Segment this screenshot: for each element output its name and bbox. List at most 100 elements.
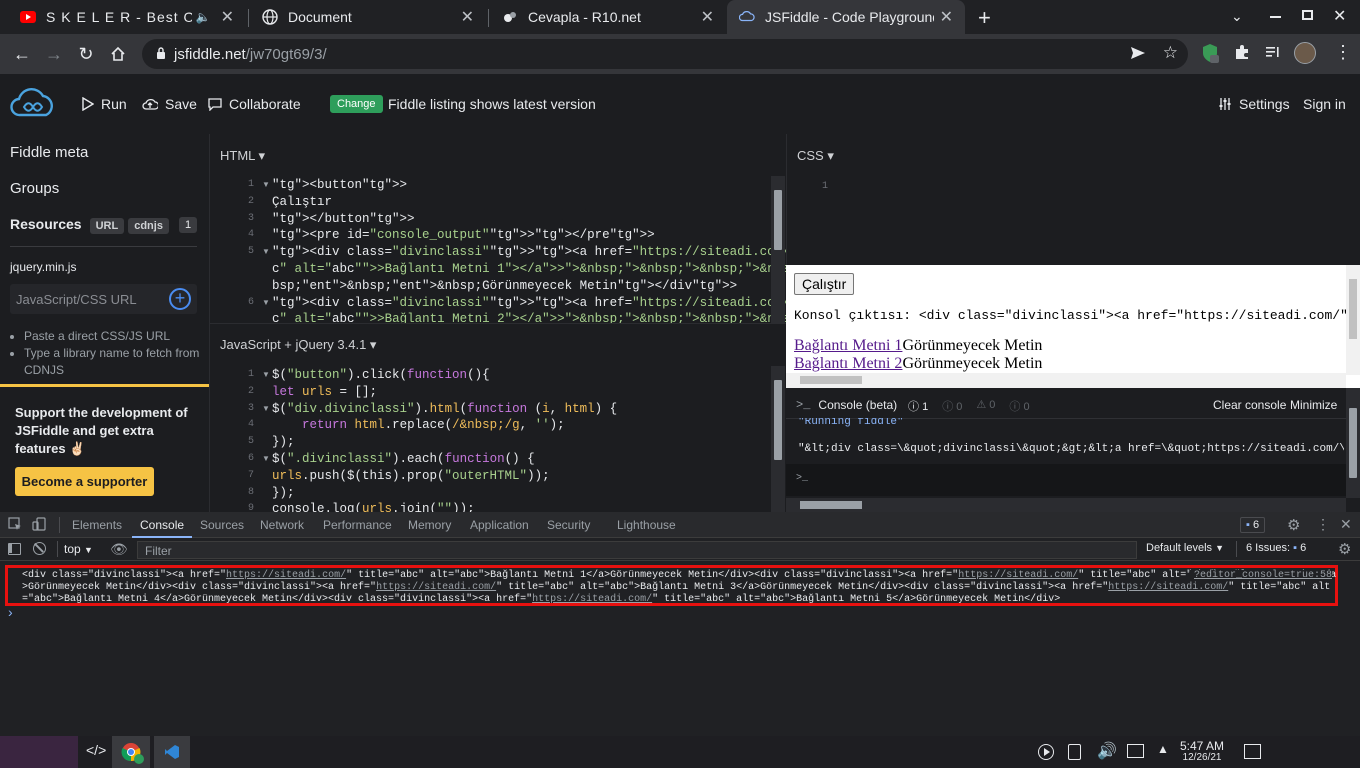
issues-badge-top[interactable]: ▪ 6 xyxy=(1240,517,1266,533)
devtools-settings-gear-icon[interactable]: ⚙ xyxy=(1287,516,1300,534)
result-run-button[interactable]: Çalıştır xyxy=(794,273,855,295)
bookmark-star-icon[interactable]: ☆ xyxy=(1163,43,1178,63)
tab-r10[interactable]: Cevapla - R10.net ✕ xyxy=(490,0,726,34)
volume-icon[interactable]: 🔊 xyxy=(1097,741,1117,761)
log-source-link[interactable]: ?editor_console=true:58 xyxy=(1189,570,1332,581)
tab-sources[interactable]: Sources xyxy=(200,512,244,538)
add-resource-icon[interactable]: + xyxy=(169,288,191,310)
js-panel-title[interactable]: JavaScript + jQuery 3.4.1 ▾ xyxy=(220,337,376,353)
css-panel-title[interactable]: CSS ▾ xyxy=(797,148,834,164)
cdnjs-badge[interactable]: cdnjs xyxy=(128,218,169,234)
forward-icon[interactable]: → xyxy=(42,42,66,66)
vscode-app-button[interactable] xyxy=(154,736,190,768)
run-button[interactable]: Run xyxy=(82,96,127,112)
speaker-icon[interactable]: 🔈 xyxy=(196,10,211,24)
extensions-puzzle-icon[interactable] xyxy=(1234,44,1250,63)
tab-security[interactable]: Security xyxy=(547,512,590,538)
result-link[interactable]: Bağlantı Metni 2 xyxy=(794,355,902,372)
jsfiddle-logo-icon[interactable] xyxy=(10,87,56,122)
close-window-icon[interactable]: ✕ xyxy=(1333,6,1346,26)
log-url-link[interactable]: https://siteadi.com/ xyxy=(226,570,346,581)
live-expression-eye-icon[interactable]: 👁 xyxy=(110,541,128,558)
send-icon[interactable] xyxy=(1130,45,1146,65)
shield-extension-icon[interactable] xyxy=(1201,43,1219,66)
clock[interactable]: 5:47 AM 12/26/21 xyxy=(1180,740,1224,764)
tab-document[interactable]: Document ✕ xyxy=(250,0,486,34)
log-url-link[interactable]: https://siteadi.com/ xyxy=(532,594,652,605)
tab-performance[interactable]: Performance xyxy=(323,512,392,538)
groups-link[interactable]: Groups xyxy=(10,180,59,197)
result-hscrollbar[interactable] xyxy=(786,373,1346,388)
css-editor[interactable] xyxy=(837,178,1347,238)
minimize-window-icon[interactable] xyxy=(1270,16,1281,18)
fold-toggle-icon[interactable]: ▼ xyxy=(262,298,270,307)
restore-window-icon[interactable] xyxy=(1302,10,1313,20)
media-play-icon[interactable] xyxy=(1038,744,1054,760)
home-icon[interactable] xyxy=(106,42,130,66)
become-supporter-button[interactable]: Become a supporter xyxy=(15,467,154,496)
log-url-link[interactable]: https://siteadi.com/ xyxy=(958,570,1078,581)
collaborate-button[interactable]: Collaborate xyxy=(208,96,301,112)
tab-jsfiddle[interactable]: JSFiddle - Code Playground ✕ xyxy=(727,0,965,34)
issues-counter[interactable]: 6 Issues: ▪ 6 xyxy=(1246,542,1306,554)
context-selector[interactable]: top ▼ xyxy=(64,542,93,556)
fold-toggle-icon[interactable]: ▼ xyxy=(262,180,270,189)
url-badge[interactable]: URL xyxy=(89,218,125,234)
close-tab-icon[interactable]: ✕ xyxy=(701,7,714,27)
resources-heading[interactable]: Resources URL cdnjs xyxy=(10,216,169,234)
minimize-console-button[interactable]: Minimize xyxy=(1290,398,1337,412)
console-filter-input[interactable]: Filter xyxy=(137,541,1137,559)
tab-network[interactable]: Network xyxy=(260,512,304,538)
fold-toggle-icon[interactable]: ▼ xyxy=(262,454,270,463)
tab-lighthouse[interactable]: Lighthouse xyxy=(617,512,676,538)
html-panel-title[interactable]: HTML ▾ xyxy=(220,148,265,164)
clipboard-icon[interactable] xyxy=(1068,744,1081,760)
console-input[interactable]: >_ xyxy=(786,464,1346,496)
inspect-element-icon[interactable] xyxy=(8,517,22,534)
console-beta-header[interactable]: >_ Console (beta) xyxy=(796,398,897,412)
browser-menu-icon[interactable]: ⋮ xyxy=(1334,42,1352,63)
console-settings-gear-icon[interactable]: ⚙ xyxy=(1338,540,1351,558)
resource-file[interactable]: jquery.min.js xyxy=(10,260,76,274)
tray-expand-icon[interactable]: ▲ xyxy=(1157,742,1169,756)
sign-in-link[interactable]: Sign in xyxy=(1303,96,1346,112)
close-devtools-icon[interactable]: ✕ xyxy=(1340,516,1352,533)
reload-icon[interactable]: ↻ xyxy=(74,42,98,66)
resource-url-input[interactable]: JavaScript/CSS URL + xyxy=(10,284,197,314)
clear-console-icon[interactable] xyxy=(33,542,46,555)
tab-console[interactable]: Console xyxy=(132,512,193,538)
close-tab-icon[interactable]: ✕ xyxy=(940,7,953,27)
device-toolbar-icon[interactable] xyxy=(32,517,46,534)
log-url-link[interactable]: https://siteadi.com/ xyxy=(376,582,496,593)
result-vscrollbar[interactable] xyxy=(1346,265,1360,375)
settings-button[interactable]: Settings xyxy=(1218,96,1290,112)
network-icon[interactable] xyxy=(1127,744,1144,758)
close-tab-icon[interactable]: ✕ xyxy=(221,7,234,27)
js-scrollbar[interactable] xyxy=(771,366,785,513)
result-link[interactable]: Bağlantı Metni 1 xyxy=(794,337,902,354)
console-prompt-chevron[interactable]: › xyxy=(8,604,13,620)
media-queue-icon[interactable] xyxy=(1265,44,1281,63)
log-url-link[interactable]: https://siteadi.com/ xyxy=(1108,582,1228,593)
tab-search-chevron-icon[interactable]: ⌄ xyxy=(1231,8,1243,25)
fold-toggle-icon[interactable]: ▼ xyxy=(262,247,270,256)
change-button[interactable]: Change xyxy=(330,95,383,113)
show-sidebar-icon[interactable] xyxy=(8,543,21,555)
address-bar[interactable]: jsfiddle.net/jw70gt69/3/ ☆ xyxy=(142,39,1188,69)
clear-console-button[interactable]: Clear console xyxy=(1213,398,1286,412)
fold-toggle-icon[interactable]: ▼ xyxy=(262,404,270,413)
fold-toggle-icon[interactable]: ▼ xyxy=(262,370,270,379)
console-beta-hscroll[interactable] xyxy=(786,498,1346,512)
back-icon[interactable]: ← xyxy=(10,42,34,66)
tab-application[interactable]: Application xyxy=(470,512,529,538)
tab-youtube[interactable]: S K E L E R - Best Of Sk 🔈 ✕ xyxy=(8,0,246,34)
console-beta-vscroll[interactable] xyxy=(1346,388,1360,498)
tab-memory[interactable]: Memory xyxy=(408,512,451,538)
code-editor-app-icon[interactable]: </> xyxy=(86,742,106,758)
chrome-app-button[interactable] xyxy=(112,736,150,768)
close-tab-icon[interactable]: ✕ xyxy=(461,7,474,27)
new-tab-icon[interactable]: + xyxy=(978,5,991,31)
show-desktop-icon[interactable] xyxy=(1244,744,1261,759)
save-button[interactable]: Save xyxy=(142,96,197,112)
log-levels-select[interactable]: Default levels ▼ xyxy=(1146,542,1224,554)
